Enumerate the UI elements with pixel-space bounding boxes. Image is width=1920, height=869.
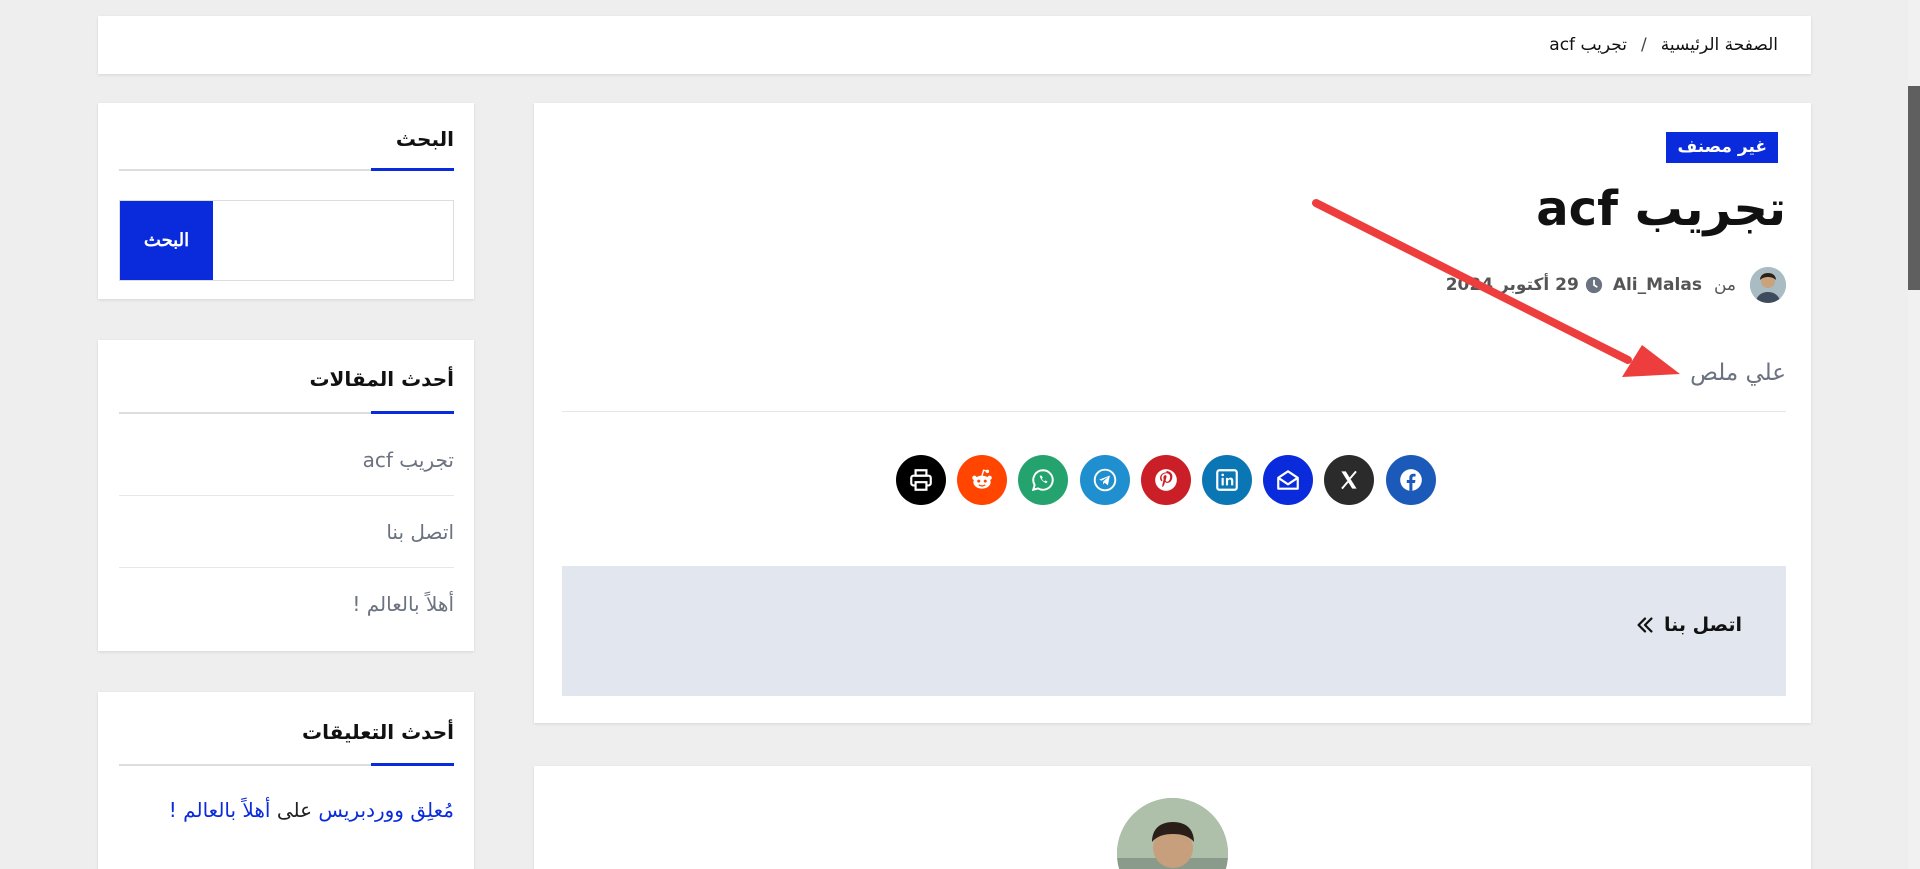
post-article: غير مصنف تجريب acf من Ali_Malas 29 أكتوب… bbox=[534, 103, 1811, 723]
recent-comments-title: أحدث التعليقات bbox=[301, 720, 454, 744]
share-x-button[interactable] bbox=[1324, 455, 1375, 505]
share-whatsapp-button[interactable] bbox=[1018, 455, 1069, 505]
share-reddit-button[interactable] bbox=[957, 455, 1008, 505]
recent-post-item[interactable]: أهلاً بالعالم ! bbox=[119, 568, 454, 640]
author-avatar-small[interactable] bbox=[1750, 267, 1786, 303]
breadcrumb-current: تجريب acf bbox=[1549, 35, 1627, 55]
author-box bbox=[534, 766, 1811, 869]
scrollbar-thumb[interactable] bbox=[1908, 86, 1920, 290]
printer-icon bbox=[910, 469, 932, 491]
share-linkedin-button[interactable] bbox=[1201, 455, 1252, 505]
recent-comments-widget: أحدث التعليقات مُعلِق ووردبريس على أهلاً… bbox=[98, 692, 474, 869]
reddit-icon bbox=[972, 469, 992, 489]
x-icon bbox=[1341, 470, 1358, 490]
search-submit-button[interactable]: البحث bbox=[120, 201, 213, 280]
double-chevron-left-icon bbox=[1637, 617, 1653, 633]
post-date-link[interactable]: 29 أكتوبر 2024 bbox=[1446, 275, 1579, 295]
share-print-button[interactable] bbox=[896, 455, 946, 505]
share-pinterest-button[interactable] bbox=[1140, 455, 1191, 505]
breadcrumb: الصفحة الرئيسية / تجريب acf bbox=[98, 16, 1811, 74]
recent-post-item[interactable]: تجريب acf bbox=[119, 424, 454, 496]
post-meta: من Ali_Malas 29 أكتوبر 2024 bbox=[1446, 267, 1786, 303]
commenter-link[interactable]: مُعلِق ووردبريس bbox=[318, 798, 454, 822]
adjacent-post-link[interactable]: اتصل بنا bbox=[1634, 614, 1742, 636]
share-facebook-button[interactable] bbox=[1385, 455, 1436, 505]
author-avatar[interactable] bbox=[1117, 798, 1228, 869]
post-title: تجريب acf bbox=[1536, 181, 1786, 237]
author-link[interactable]: Ali_Malas bbox=[1613, 275, 1702, 295]
search-widget-title: البحث bbox=[395, 127, 454, 151]
recent-posts-title: أحدث المقالات bbox=[309, 367, 454, 391]
acf-field-value: علي ملص bbox=[1690, 360, 1786, 386]
search-input[interactable] bbox=[213, 201, 453, 280]
recent-comment-item: مُعلِق ووردبريس على أهلاً بالعالم ! bbox=[169, 798, 454, 822]
recent-post-item[interactable]: اتصل بنا bbox=[119, 496, 454, 568]
content-divider bbox=[562, 411, 1786, 412]
post-navigation: اتصل بنا bbox=[562, 566, 1786, 696]
search-form: البحث bbox=[119, 200, 454, 281]
recent-posts-widget: أحدث المقالات تجريب acf اتصل بنا أهلاً ب… bbox=[98, 340, 474, 651]
comment-on-label: على bbox=[276, 798, 313, 822]
widget-title-underline bbox=[119, 411, 454, 414]
breadcrumb-home-link[interactable]: الصفحة الرئيسية bbox=[1661, 35, 1778, 55]
share-email-button[interactable] bbox=[1263, 455, 1314, 505]
pinterest-icon bbox=[1154, 469, 1177, 491]
category-badge[interactable]: غير مصنف bbox=[1666, 132, 1778, 163]
adjacent-post-title: اتصل بنا bbox=[1664, 614, 1742, 636]
meta-from-label: من bbox=[1713, 275, 1736, 295]
widget-title-underline bbox=[119, 763, 454, 766]
linkedin-icon bbox=[1216, 469, 1238, 491]
clock-icon bbox=[1585, 276, 1602, 294]
search-widget: البحث البحث bbox=[98, 103, 474, 299]
whatsapp-icon bbox=[1032, 469, 1055, 492]
widget-title-underline bbox=[119, 168, 454, 171]
telegram-icon bbox=[1093, 468, 1116, 492]
email-icon bbox=[1277, 470, 1299, 490]
breadcrumb-separator: / bbox=[1640, 35, 1647, 55]
facebook-icon bbox=[1399, 469, 1422, 491]
share-telegram-button[interactable] bbox=[1079, 455, 1130, 505]
share-buttons bbox=[896, 455, 1447, 505]
commented-post-link[interactable]: أهلاً بالعالم ! bbox=[169, 798, 271, 822]
